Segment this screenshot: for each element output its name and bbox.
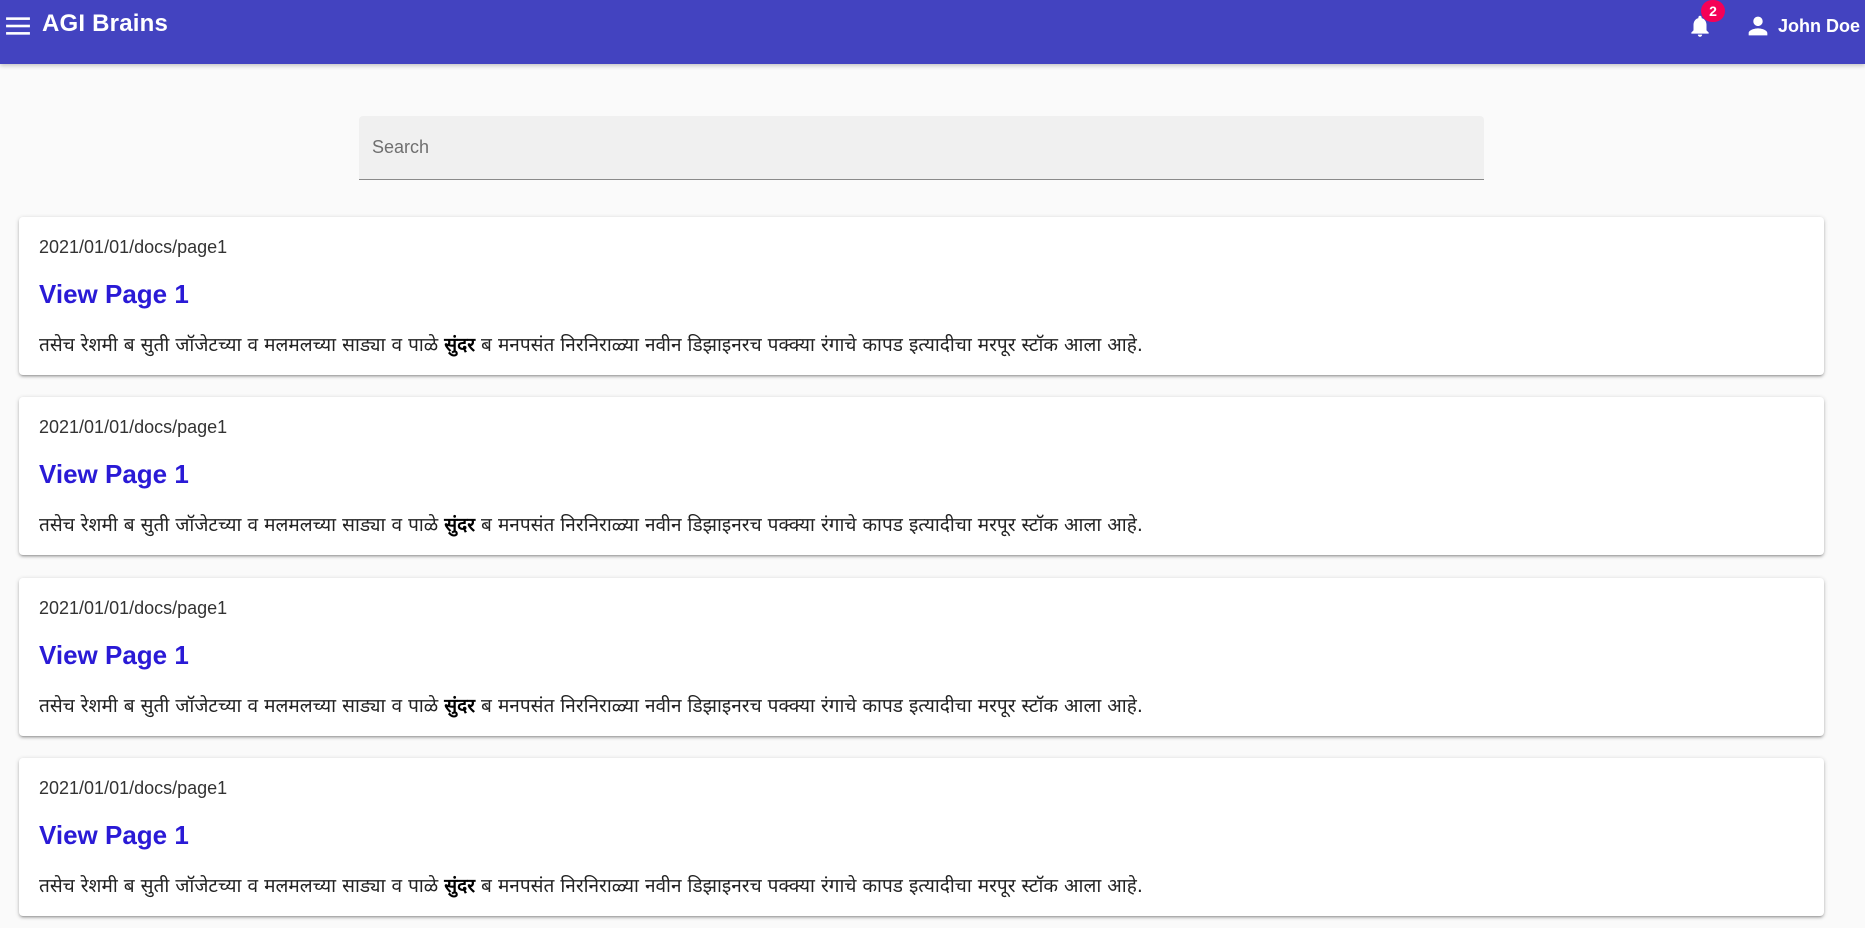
- result-card: 2021/01/01/docs/page1 View Page 1 तसेच र…: [19, 758, 1824, 916]
- snippet-text: ब मनपसंत निरनिराळ्या नवीन डिझाइनरच पक्क्…: [475, 514, 1143, 536]
- menu-icon: [6, 17, 30, 35]
- menu-button[interactable]: [4, 13, 32, 39]
- result-link[interactable]: View Page 1: [39, 820, 189, 851]
- search-input[interactable]: [359, 116, 1484, 179]
- app-title: AGI Brains: [42, 10, 169, 37]
- result-snippet: तसेच रेशमी ब सुती जॉजेटच्या व मलमलच्या स…: [39, 331, 1143, 357]
- snippet-highlight: सुंदर: [444, 334, 476, 356]
- snippet-text: ब मनपसंत निरनिराळ्या नवीन डिझाइनरच पक्क्…: [475, 875, 1143, 897]
- result-card: 2021/01/01/docs/page1 View Page 1 तसेच र…: [19, 397, 1824, 555]
- result-link[interactable]: View Page 1: [39, 640, 189, 671]
- result-card: 2021/01/01/docs/page1 View Page 1 तसेच र…: [19, 578, 1824, 736]
- snippet-text: ब मनपसंत निरनिराळ्या नवीन डिझाइनरच पक्क्…: [475, 695, 1143, 717]
- result-snippet: तसेच रेशमी ब सुती जॉजेटच्या व मलमलच्या स…: [39, 511, 1143, 537]
- notification-badge: 2: [1701, 0, 1725, 22]
- snippet-text: तसेच रेशमी ब सुती जॉजेटच्या व मलमलच्या स…: [39, 514, 445, 536]
- person-icon: [1748, 16, 1768, 36]
- snippet-text: तसेच रेशमी ब सुती जॉजेटच्या व मलमलच्या स…: [39, 334, 445, 356]
- result-link[interactable]: View Page 1: [39, 459, 189, 490]
- result-card: 2021/01/01/docs/page1 View Page 1 तसेच र…: [19, 217, 1824, 375]
- user-name: John Doe: [1778, 15, 1861, 36]
- snippet-text: तसेच रेशमी ब सुती जॉजेटच्या व मलमलच्या स…: [39, 875, 445, 897]
- snippet-highlight: सुंदर: [444, 875, 476, 897]
- result-path: 2021/01/01/docs/page1: [39, 598, 228, 618]
- user-menu-button[interactable]: John Doe: [1744, 10, 1860, 42]
- snippet-text: ब मनपसंत निरनिराळ्या नवीन डिझाइनरच पक्क्…: [475, 334, 1143, 356]
- snippet-text: तसेच रेशमी ब सुती जॉजेटच्या व मलमलच्या स…: [39, 695, 445, 717]
- result-link[interactable]: View Page 1: [39, 279, 189, 310]
- snippet-highlight: सुंदर: [444, 514, 476, 536]
- snippet-highlight: सुंदर: [444, 695, 476, 717]
- result-path: 2021/01/01/docs/page1: [39, 417, 228, 437]
- search-field: [359, 116, 1484, 180]
- result-path: 2021/01/01/docs/page1: [39, 237, 228, 257]
- result-snippet: तसेच रेशमी ब सुती जॉजेटच्या व मलमलच्या स…: [39, 872, 1143, 898]
- result-snippet: तसेच रेशमी ब सुती जॉजेटच्या व मलमलच्या स…: [39, 692, 1143, 718]
- result-path: 2021/01/01/docs/page1: [39, 778, 228, 798]
- app-bar: AGI Brains 2 John Doe: [0, 0, 1865, 64]
